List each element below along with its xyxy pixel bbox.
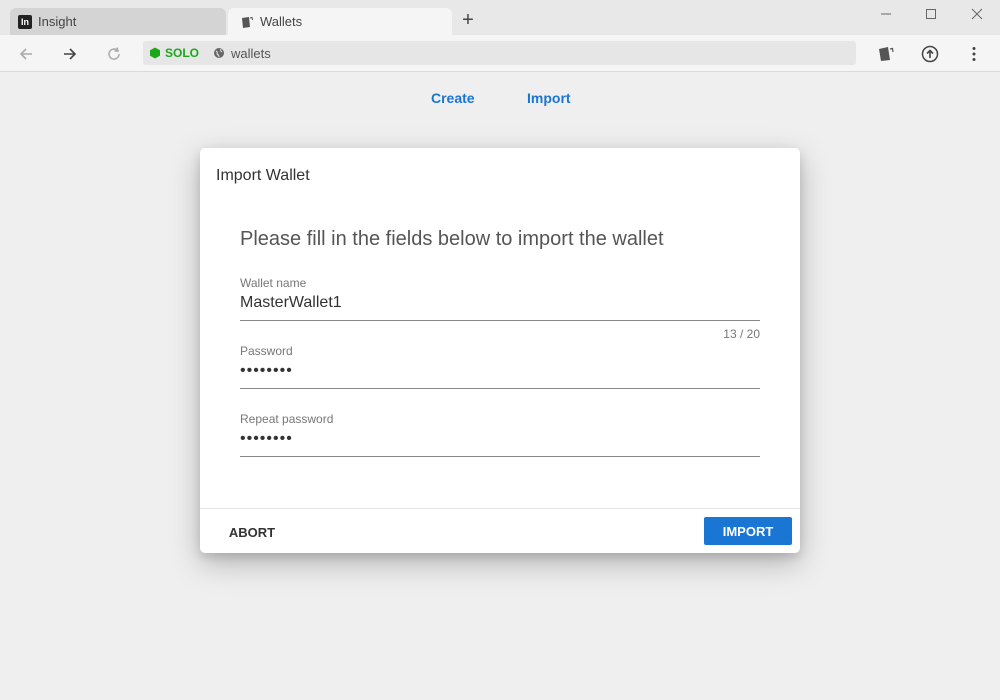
wallet-extension-button[interactable] — [874, 42, 898, 66]
tab-label: Insight — [38, 14, 77, 29]
minimize-button[interactable] — [877, 6, 895, 24]
insight-logo-icon: In — [18, 14, 32, 29]
reload-button[interactable] — [102, 42, 126, 66]
minimize-icon — [881, 13, 891, 15]
repeat-password-field[interactable]: Repeat password •••••••• — [240, 412, 760, 457]
tab-strip: In Insight Wallets + — [0, 0, 1000, 35]
close-icon — [971, 8, 983, 20]
password-input[interactable]: •••••••• — [240, 362, 760, 386]
character-counter: 13 / 20 — [723, 327, 760, 341]
repeat-password-input[interactable]: •••••••• — [240, 430, 760, 454]
browser-toolbar: SOLO wallets — [0, 35, 1000, 72]
forward-button[interactable] — [58, 42, 82, 66]
more-vert-icon — [972, 47, 976, 61]
arrow-right-icon — [64, 48, 77, 60]
url-text: wallets — [231, 45, 271, 61]
maximize-button[interactable] — [922, 6, 940, 24]
create-link[interactable]: Create — [431, 90, 475, 106]
globe-icon — [214, 48, 225, 58]
input-underline — [240, 388, 760, 389]
maximize-icon — [926, 9, 936, 19]
import-button[interactable]: IMPORT — [704, 517, 792, 545]
wallet-icon — [240, 15, 254, 29]
wallet-icon — [879, 47, 894, 61]
import-link[interactable]: Import — [527, 90, 571, 106]
repeat-password-label: Repeat password — [240, 412, 334, 426]
reload-icon — [108, 47, 120, 60]
password-label: Password — [240, 344, 293, 358]
input-underline — [240, 320, 760, 321]
tab-label: Wallets — [260, 14, 303, 29]
arrow-left-icon — [19, 48, 32, 60]
new-tab-button[interactable]: + — [458, 10, 478, 30]
address-bar[interactable]: SOLO wallets — [143, 41, 856, 65]
network-badge: SOLO — [165, 46, 200, 60]
abort-button[interactable]: ABORT — [220, 518, 284, 546]
input-underline — [240, 456, 760, 457]
dialog-divider — [200, 508, 800, 509]
dialog-subtitle: Please fill in the fields below to impor… — [240, 228, 664, 250]
upload-button[interactable] — [918, 42, 942, 66]
network-hexagon-icon — [150, 47, 160, 59]
password-field[interactable]: Password •••••••• — [240, 344, 760, 389]
close-window-button[interactable] — [968, 6, 986, 24]
tab-wallets[interactable]: Wallets — [228, 8, 452, 35]
tab-insight[interactable]: In Insight — [10, 8, 226, 35]
wallet-name-field[interactable]: Wallet name MasterWallet1 — [240, 276, 760, 321]
import-wallet-dialog: Import Wallet Please fill in the fields … — [200, 148, 800, 553]
wallet-name-label: Wallet name — [240, 276, 307, 290]
upload-arrow-icon — [921, 45, 939, 63]
wallet-name-input[interactable]: MasterWallet1 — [240, 294, 760, 318]
dialog-title: Import Wallet — [216, 167, 310, 184]
browser-menu-button[interactable] — [962, 42, 986, 66]
back-button[interactable] — [14, 42, 38, 66]
